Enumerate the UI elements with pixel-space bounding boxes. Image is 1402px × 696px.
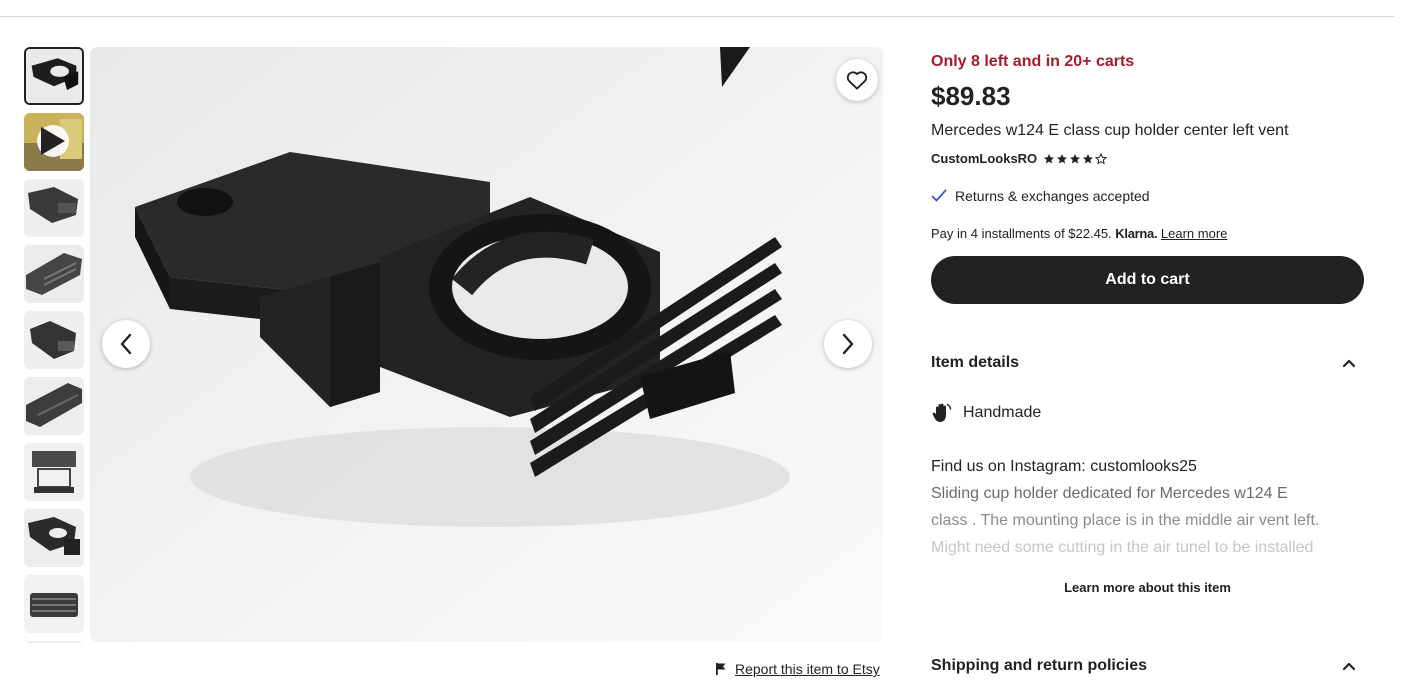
thumbnail-image (24, 377, 84, 435)
main-product-image[interactable] (90, 47, 883, 642)
thumbnail-image (26, 49, 82, 103)
flag-icon (716, 663, 726, 675)
hand-icon (932, 403, 952, 423)
description-line: Find us on Instagram: customlooks25 (931, 458, 1197, 475)
description-line: class . The mounting place is in the mid… (931, 512, 1320, 529)
item-details-heading: Item details (931, 354, 1020, 371)
rating-stars[interactable] (1043, 152, 1108, 165)
chevron-up-icon (1342, 662, 1356, 671)
star-empty-icon (1095, 152, 1108, 165)
handmade-label: Handmade (963, 404, 1042, 421)
thumbnail-video[interactable] (24, 113, 84, 171)
klarna-logo: Klarna. (1115, 226, 1158, 241)
play-icon (37, 125, 69, 157)
favorite-button[interactable] (836, 59, 878, 101)
thumbnail-3[interactable] (24, 179, 84, 237)
header-divider (0, 16, 1394, 17)
listing-title: Mercedes w124 E class cup holder center … (931, 122, 1289, 139)
checkmark-icon (931, 189, 947, 202)
thumbnail-strip[interactable] (24, 47, 84, 643)
thumbnail-9[interactable] (24, 575, 84, 633)
seller-row: CustomLooksRO (931, 151, 1108, 166)
item-description: Find us on Instagram: customlooks25 Slid… (931, 453, 1364, 561)
thumbnail-image (24, 575, 84, 633)
star-filled-icon (1057, 153, 1068, 163)
previous-image-button[interactable] (102, 320, 150, 368)
report-item-link[interactable]: Report this item to Etsy (715, 661, 880, 677)
star-filled-icon (1044, 153, 1055, 163)
stock-notice: Only 8 left and in 20+ carts (931, 53, 1135, 70)
description-line: Sliding cup holder dedicated for Mercede… (931, 485, 1288, 502)
thumbnail-10[interactable] (24, 641, 84, 643)
shipping-policies-toggle[interactable]: Shipping and return policies (931, 657, 1364, 675)
product-photo (90, 47, 883, 642)
item-details-toggle[interactable]: Item details (931, 354, 1364, 372)
price: $89.83 (931, 81, 1011, 111)
star-filled-icon (1083, 153, 1094, 163)
chevron-left-icon (120, 333, 132, 355)
thumbnail-7[interactable] (24, 443, 84, 501)
learn-more-about-item-button[interactable]: Learn more about this item (931, 580, 1364, 595)
thumbnail-image (24, 179, 84, 237)
description-line: Might need some cutting in the air tunel… (931, 539, 1314, 556)
star-filled-icon (1070, 153, 1081, 163)
add-to-cart-button[interactable]: Add to cart (931, 256, 1364, 304)
thumbnail-image (24, 509, 84, 567)
chevron-right-icon (842, 333, 854, 355)
thumbnail-image (24, 245, 84, 303)
thumbnail-image (24, 311, 84, 369)
report-item-label[interactable]: Report this item to Etsy (735, 661, 880, 677)
learn-more-link[interactable]: Learn more (1161, 226, 1227, 241)
handmade-badge: Handmade (931, 402, 1041, 424)
next-image-button[interactable] (824, 320, 872, 368)
seller-name[interactable]: CustomLooksRO (931, 151, 1037, 166)
installments-text: Pay in 4 installments of $22.45. (931, 226, 1112, 241)
thumbnail-image (24, 443, 84, 501)
thumbnail-5[interactable] (24, 311, 84, 369)
heart-icon (846, 71, 868, 90)
shipping-heading: Shipping and return policies (931, 657, 1148, 674)
thumbnail-6[interactable] (24, 377, 84, 435)
chevron-up-icon (1342, 359, 1356, 368)
installments-notice: Pay in 4 installments of $22.45. Klarna.… (931, 226, 1227, 241)
returns-notice: Returns & exchanges accepted (931, 188, 1150, 204)
returns-label: Returns & exchanges accepted (955, 188, 1150, 204)
thumbnail-8[interactable] (24, 509, 84, 567)
thumbnail-1[interactable] (24, 47, 84, 105)
thumbnail-4[interactable] (24, 245, 84, 303)
